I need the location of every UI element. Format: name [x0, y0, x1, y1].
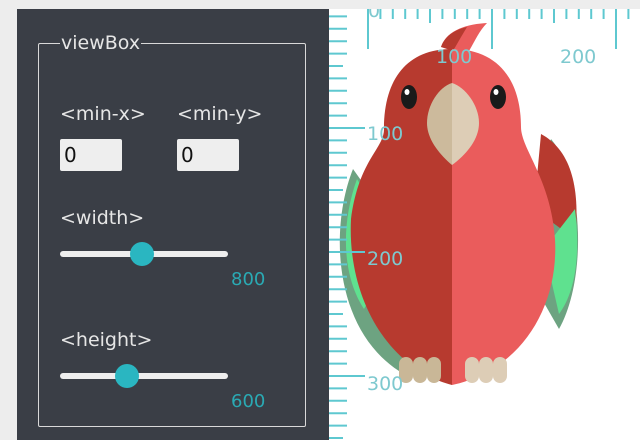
- right-eye-highlight: [493, 89, 499, 95]
- height-slider[interactable]: [60, 364, 228, 388]
- height-value: 600: [231, 391, 266, 412]
- left-eye-highlight: [404, 89, 410, 95]
- min-y-label: <min-y>: [177, 103, 263, 125]
- ruler-x-label-0: 0: [368, 9, 380, 22]
- height-label: <height>: [60, 329, 153, 351]
- left-eye: [401, 85, 417, 109]
- foot-right-3: [493, 357, 507, 383]
- top-ruler: [367, 9, 630, 49]
- ruler-x-label-200: 200: [560, 46, 596, 68]
- viewbox-control-panel: viewBox <min-x> <min-y> 0 0 <width> 800 …: [17, 9, 329, 440]
- ruler-y-label-200: 200: [367, 248, 403, 270]
- height-slider-thumb[interactable]: [115, 364, 140, 388]
- min-x-label: <min-x>: [60, 103, 146, 125]
- foot-right-2: [479, 357, 493, 383]
- right-eye: [490, 85, 506, 109]
- preview-svg: 0 100 200 100 200 300: [329, 9, 630, 439]
- height-slider-track[interactable]: [60, 373, 228, 379]
- min-x-input[interactable]: 0: [60, 139, 122, 171]
- svg-preview-canvas: 0 100 200 100 200 300: [329, 9, 640, 440]
- ruler-y-label-100: 100: [367, 123, 403, 145]
- width-slider-thumb[interactable]: [130, 242, 155, 266]
- foot-left-2: [413, 357, 427, 383]
- min-y-input[interactable]: 0: [177, 139, 239, 171]
- width-label: <width>: [60, 207, 145, 229]
- foot-left-3: [427, 357, 441, 383]
- width-value: 800: [231, 269, 266, 290]
- parrot-illustration: [339, 23, 579, 385]
- ruler-y-label-300: 300: [367, 373, 403, 395]
- viewbox-legend: viewBox: [60, 32, 142, 54]
- viewbox-fieldset: viewBox <min-x> <min-y> 0 0 <width> 800 …: [38, 33, 306, 427]
- ruler-x-label-100: 100: [436, 46, 472, 68]
- foot-right-1: [465, 357, 479, 383]
- width-slider[interactable]: [60, 242, 228, 266]
